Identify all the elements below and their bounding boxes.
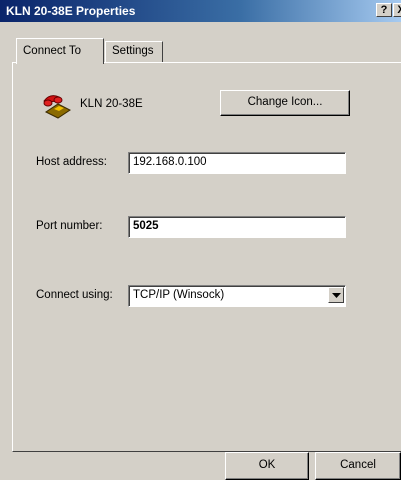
cancel-button[interactable]: Cancel <box>315 452 401 480</box>
title-bar[interactable]: KLN 20-38E Properties ? X <box>0 0 401 22</box>
tab-settings[interactable]: Settings <box>105 41 163 63</box>
tab-label: Connect To <box>23 45 81 57</box>
tab-label: Settings <box>112 45 154 57</box>
help-button[interactable]: ? <box>376 3 392 17</box>
tab-panel <box>12 62 401 452</box>
close-button[interactable]: X <box>393 3 401 17</box>
window-title: KLN 20-38E Properties <box>6 4 136 18</box>
tab-connect-to[interactable]: Connect To <box>16 38 104 64</box>
ok-button[interactable]: OK <box>225 452 309 480</box>
